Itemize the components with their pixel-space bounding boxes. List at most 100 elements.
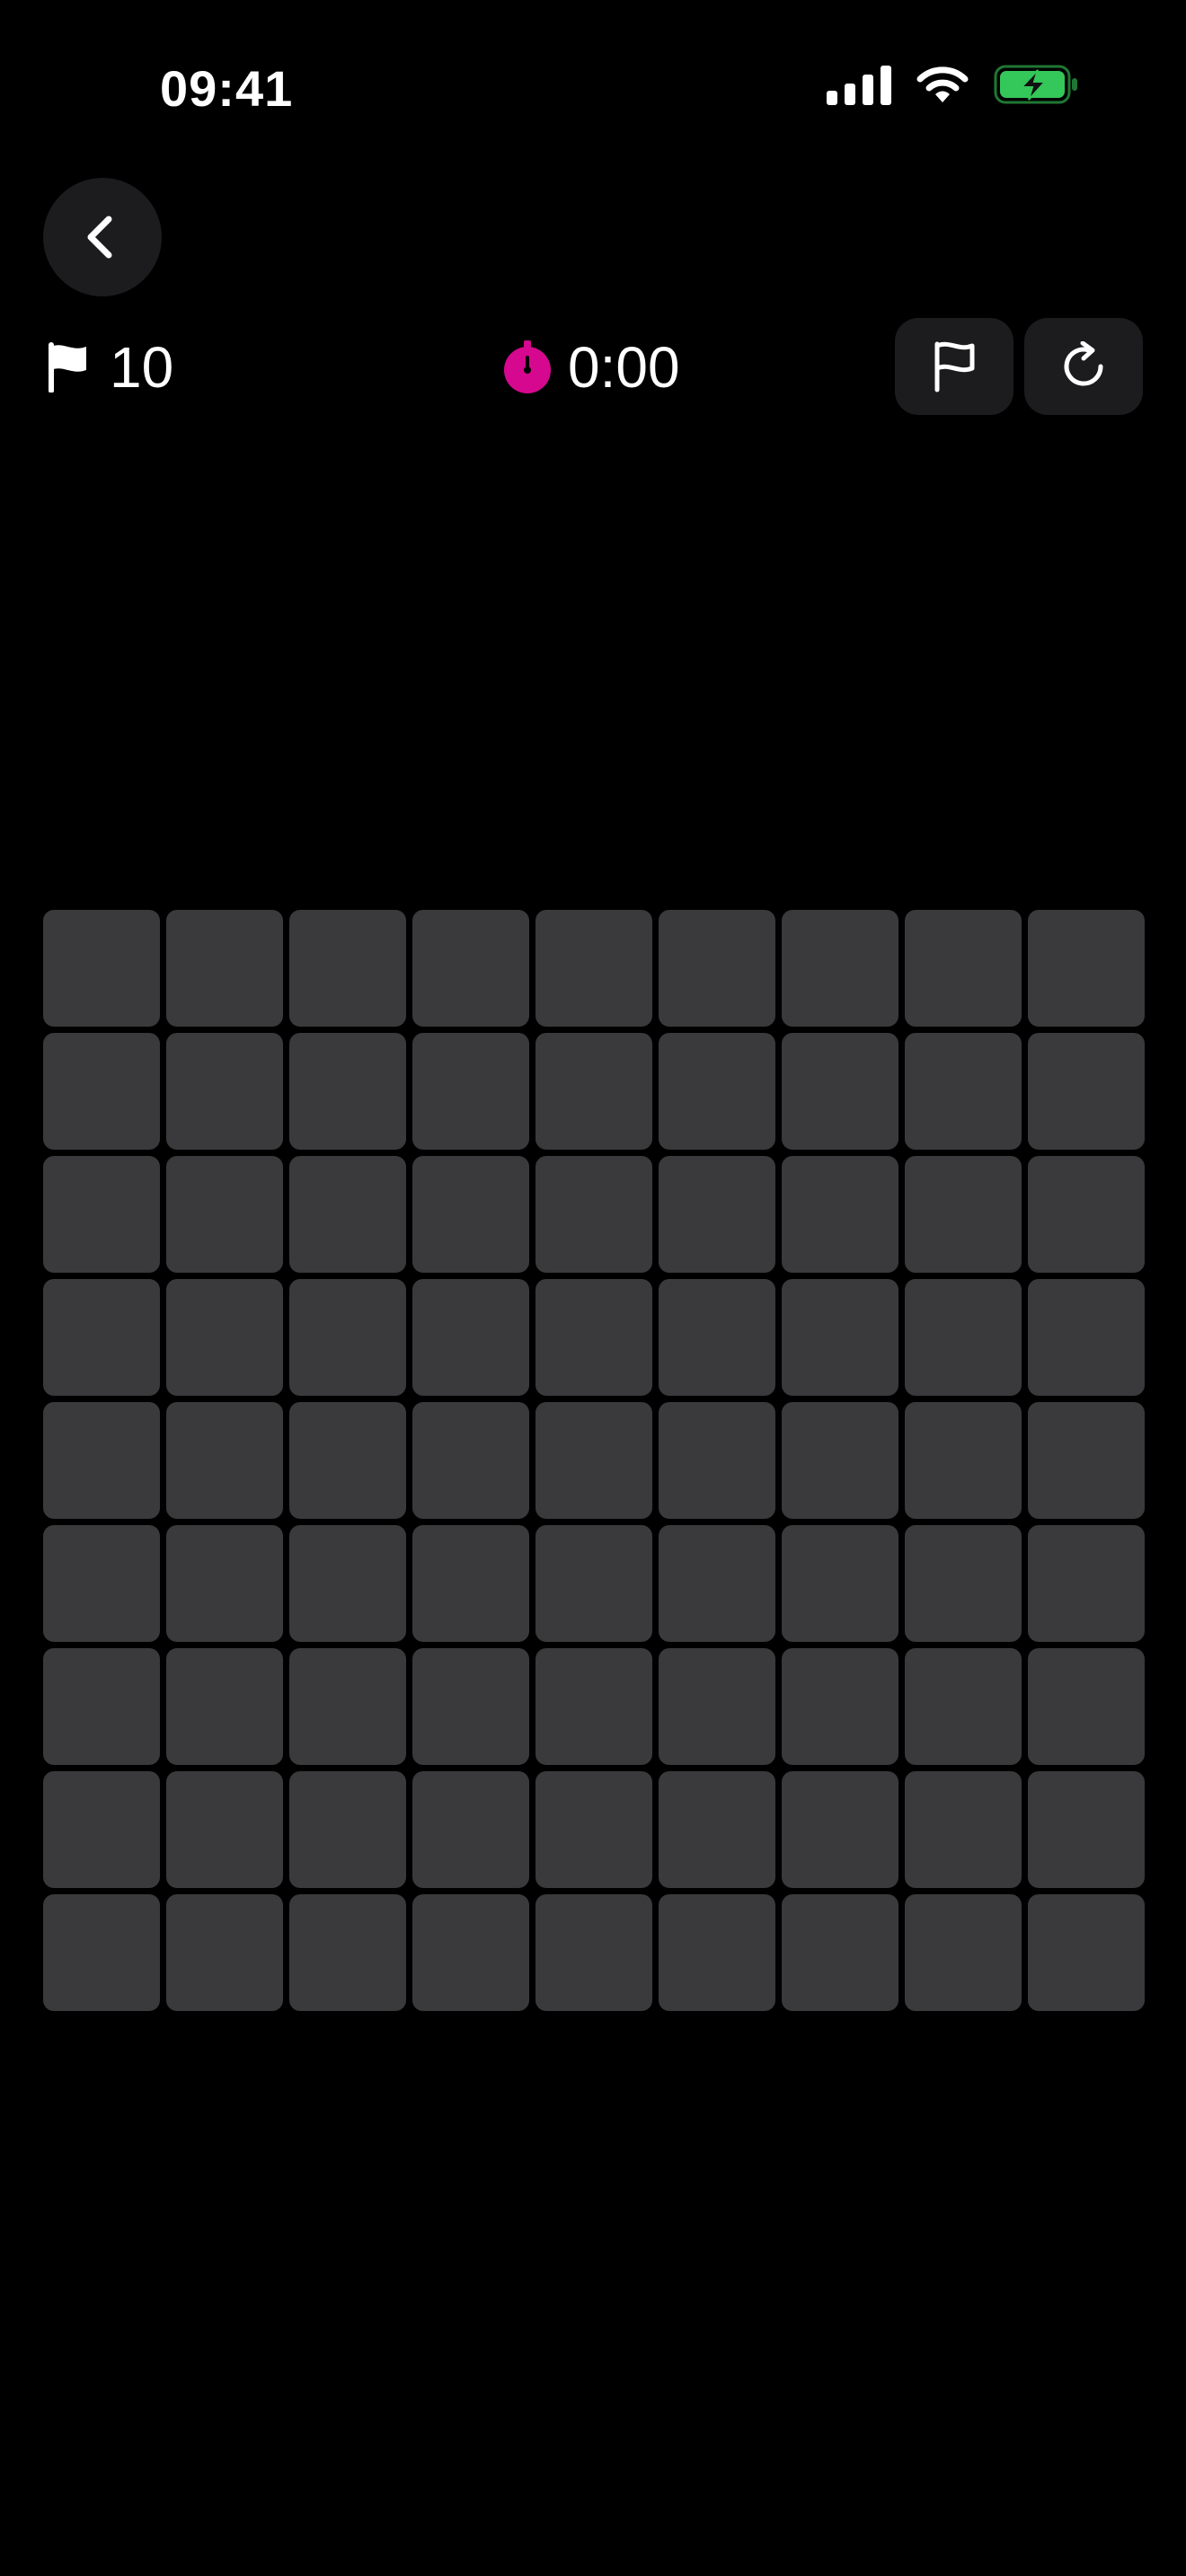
board-cell[interactable]: [659, 1771, 775, 1888]
board-cell[interactable]: [43, 1156, 160, 1273]
battery-charging-icon: [994, 65, 1077, 104]
board-cell[interactable]: [412, 1525, 529, 1642]
board-cell[interactable]: [782, 1402, 898, 1519]
board-cell[interactable]: [1028, 1033, 1145, 1150]
status-icons: [827, 63, 1080, 106]
board-cell[interactable]: [535, 1402, 652, 1519]
board-cell[interactable]: [43, 1648, 160, 1765]
board-cell[interactable]: [166, 1771, 283, 1888]
board-cell[interactable]: [1028, 910, 1145, 1027]
board-cell[interactable]: [659, 1648, 775, 1765]
wifi-icon: [916, 66, 969, 102]
board-cell[interactable]: [289, 1525, 406, 1642]
board-cell[interactable]: [535, 910, 652, 1027]
board-cell[interactable]: [412, 1156, 529, 1273]
board-cell[interactable]: [43, 1279, 160, 1396]
board-cell[interactable]: [535, 1648, 652, 1765]
board-cell[interactable]: [659, 1156, 775, 1273]
board-cell[interactable]: [905, 1033, 1022, 1150]
board-cell[interactable]: [43, 910, 160, 1027]
board-cell[interactable]: [1028, 1771, 1145, 1888]
board-cell[interactable]: [412, 1648, 529, 1765]
board-cell[interactable]: [535, 1771, 652, 1888]
board-cell[interactable]: [782, 1033, 898, 1150]
flags-remaining: 10: [110, 335, 174, 400]
board-cell[interactable]: [905, 1525, 1022, 1642]
timer-value: 0:00: [568, 335, 680, 400]
board-cell[interactable]: [905, 1771, 1022, 1888]
board-cell[interactable]: [659, 1894, 775, 2011]
restart-icon: [1064, 341, 1103, 386]
board-cell[interactable]: [1028, 1894, 1145, 2011]
board-cell[interactable]: [166, 910, 283, 1027]
board-cell[interactable]: [166, 1648, 283, 1765]
board-cell[interactable]: [1028, 1402, 1145, 1519]
board-cell[interactable]: [1028, 1648, 1145, 1765]
status-time: 09:41: [160, 60, 294, 117]
board-cell[interactable]: [782, 910, 898, 1027]
board-cell[interactable]: [412, 1402, 529, 1519]
board-cell[interactable]: [905, 910, 1022, 1027]
board-cell[interactable]: [412, 1894, 529, 2011]
board-cell[interactable]: [905, 1402, 1022, 1519]
board-cell[interactable]: [43, 1771, 160, 1888]
board-cell[interactable]: [782, 1648, 898, 1765]
board-cell[interactable]: [412, 1771, 529, 1888]
board-cell[interactable]: [43, 1033, 160, 1150]
stopwatch-icon: [504, 340, 551, 393]
board-cell[interactable]: [412, 1279, 529, 1396]
chevron-left-icon: [87, 216, 112, 259]
board-cell[interactable]: [535, 1279, 652, 1396]
board-cell[interactable]: [289, 1279, 406, 1396]
board-cell[interactable]: [412, 1033, 529, 1150]
game-timer: 0:00: [503, 334, 680, 401]
restart-button[interactable]: [1024, 318, 1143, 415]
board-cell[interactable]: [166, 1033, 283, 1150]
board-cell[interactable]: [659, 910, 775, 1027]
cellular-signal-icon: [827, 64, 891, 105]
board-cell[interactable]: [659, 1402, 775, 1519]
board-cell[interactable]: [535, 1894, 652, 2011]
board-cell[interactable]: [782, 1771, 898, 1888]
board-cell[interactable]: [782, 1156, 898, 1273]
board-cell[interactable]: [535, 1156, 652, 1273]
game-header: 10 0:00: [0, 316, 1186, 415]
board-cell[interactable]: [166, 1525, 283, 1642]
board-cell[interactable]: [782, 1894, 898, 2011]
board-cell[interactable]: [905, 1894, 1022, 2011]
board-cell[interactable]: [166, 1156, 283, 1273]
board-cell[interactable]: [1028, 1156, 1145, 1273]
board-cell[interactable]: [1028, 1279, 1145, 1396]
board-cell[interactable]: [289, 1894, 406, 2011]
flag-outline-icon: [934, 341, 975, 393]
board-cell[interactable]: [905, 1648, 1022, 1765]
flag-filled-icon: [49, 342, 86, 393]
board-cell[interactable]: [166, 1402, 283, 1519]
board-cell[interactable]: [289, 1648, 406, 1765]
board-cell[interactable]: [905, 1279, 1022, 1396]
board-cell[interactable]: [289, 1402, 406, 1519]
board-cell[interactable]: [659, 1525, 775, 1642]
board-cell[interactable]: [535, 1033, 652, 1150]
board-cell[interactable]: [535, 1525, 652, 1642]
minesweeper-board: [43, 910, 1145, 2011]
board-cell[interactable]: [1028, 1525, 1145, 1642]
board-cell[interactable]: [905, 1156, 1022, 1273]
board-cell[interactable]: [289, 1156, 406, 1273]
back-button[interactable]: [43, 178, 162, 296]
board-cell[interactable]: [166, 1894, 283, 2011]
board-cell[interactable]: [43, 1894, 160, 2011]
flag-mode-button[interactable]: [895, 318, 1013, 415]
board-cell[interactable]: [289, 910, 406, 1027]
board-cell[interactable]: [289, 1771, 406, 1888]
board-cell[interactable]: [412, 910, 529, 1027]
board-cell[interactable]: [659, 1279, 775, 1396]
board-cell[interactable]: [782, 1525, 898, 1642]
board-cell[interactable]: [782, 1279, 898, 1396]
board-cell[interactable]: [289, 1033, 406, 1150]
flags-counter: 10: [47, 334, 173, 401]
board-cell[interactable]: [43, 1402, 160, 1519]
board-cell[interactable]: [43, 1525, 160, 1642]
board-cell[interactable]: [659, 1033, 775, 1150]
board-cell[interactable]: [166, 1279, 283, 1396]
